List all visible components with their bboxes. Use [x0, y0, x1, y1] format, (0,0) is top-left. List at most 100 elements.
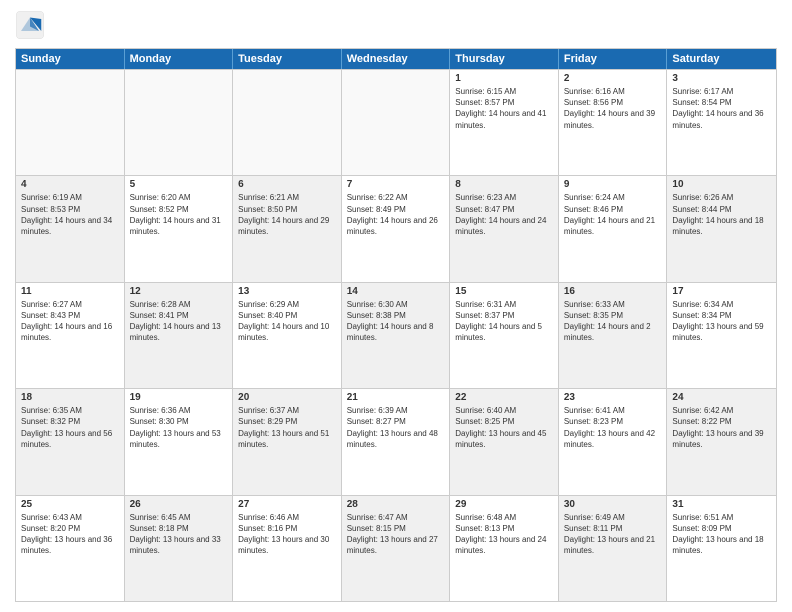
- day-info: Sunrise: 6:43 AMSunset: 8:20 PMDaylight:…: [21, 512, 119, 557]
- day-number: 27: [238, 499, 336, 510]
- day-info: Sunrise: 6:40 AMSunset: 8:25 PMDaylight:…: [455, 405, 553, 450]
- day-number: 26: [130, 499, 228, 510]
- day-number: 20: [238, 392, 336, 403]
- day-info: Sunrise: 6:35 AMSunset: 8:32 PMDaylight:…: [21, 405, 119, 450]
- day-number: 21: [347, 392, 445, 403]
- calendar-row-2: 4 Sunrise: 6:19 AMSunset: 8:53 PMDaylight…: [16, 175, 776, 281]
- day-info: Sunrise: 6:51 AMSunset: 8:09 PMDaylight:…: [672, 512, 771, 557]
- day-number: 30: [564, 499, 662, 510]
- weekday-header-saturday: Saturday: [667, 49, 776, 69]
- day-number: 13: [238, 286, 336, 297]
- day-info: Sunrise: 6:20 AMSunset: 8:52 PMDaylight:…: [130, 192, 228, 237]
- day-info: Sunrise: 6:42 AMSunset: 8:22 PMDaylight:…: [672, 405, 771, 450]
- header: [15, 10, 777, 40]
- day-info: Sunrise: 6:27 AMSunset: 8:43 PMDaylight:…: [21, 299, 119, 344]
- calendar-cell: 12Sunrise: 6:28 AMSunset: 8:41 PMDayligh…: [125, 283, 234, 388]
- day-number: 18: [21, 392, 119, 403]
- day-info: Sunrise: 6:23 AMSunset: 8:47 PMDaylight:…: [455, 192, 553, 237]
- calendar-cell: 2 Sunrise: 6:16 AMSunset: 8:56 PMDaylight…: [559, 70, 668, 175]
- day-info: Sunrise: 6:26 AMSunset: 8:44 PMDaylight:…: [672, 192, 771, 237]
- day-info: Sunrise: 6:49 AMSunset: 8:11 PMDaylight:…: [564, 512, 662, 557]
- day-number: 17: [672, 286, 771, 297]
- calendar-cell: 18 Sunrise: 6:35 AMSunset: 8:32 PMDayligh…: [16, 389, 125, 494]
- calendar-cell: 13 Sunrise: 6:29 AMSunset: 8:40 PMDayligh…: [233, 283, 342, 388]
- calendar-cell: 10 Sunrise: 6:26 AMSunset: 8:44 PMDayligh…: [667, 176, 776, 281]
- calendar-cell: 6 Sunrise: 6:21 AMSunset: 8:50 PMDaylight…: [233, 176, 342, 281]
- calendar-row-3: 11 Sunrise: 6:27 AMSunset: 8:43 PMDayligh…: [16, 282, 776, 388]
- day-number: 6: [238, 179, 336, 190]
- calendar-cell: 4 Sunrise: 6:19 AMSunset: 8:53 PMDaylight…: [16, 176, 125, 281]
- day-number: 5: [130, 179, 228, 190]
- weekday-header-wednesday: Wednesday: [342, 49, 451, 69]
- calendar-cell: 30 Sunrise: 6:49 AMSunset: 8:11 PMDayligh…: [559, 496, 668, 601]
- logo: [15, 10, 49, 40]
- day-number: 16: [564, 286, 662, 297]
- day-number: 7: [347, 179, 445, 190]
- day-number: 11: [21, 286, 119, 297]
- day-info: Sunrise: 6:39 AMSunset: 8:27 PMDaylight:…: [347, 405, 445, 450]
- calendar-cell: 5 Sunrise: 6:20 AMSunset: 8:52 PMDaylight…: [125, 176, 234, 281]
- calendar-cell: 3Sunrise: 6:17 AMSunset: 8:54 PMDaylight…: [667, 70, 776, 175]
- weekday-header-sunday: Sunday: [16, 49, 125, 69]
- day-number: 31: [672, 499, 771, 510]
- calendar-row-4: 18 Sunrise: 6:35 AMSunset: 8:32 PMDayligh…: [16, 388, 776, 494]
- day-number: 29: [455, 499, 553, 510]
- calendar-cell: 11 Sunrise: 6:27 AMSunset: 8:43 PMDayligh…: [16, 283, 125, 388]
- day-info: Sunrise: 6:22 AMSunset: 8:49 PMDaylight:…: [347, 192, 445, 237]
- logo-icon: [15, 10, 45, 40]
- calendar-cell: [233, 70, 342, 175]
- day-info: Sunrise: 6:36 AMSunset: 8:30 PMDaylight:…: [130, 405, 228, 450]
- calendar-cell: 25 Sunrise: 6:43 AMSunset: 8:20 PMDayligh…: [16, 496, 125, 601]
- weekday-header-thursday: Thursday: [450, 49, 559, 69]
- calendar-cell: 28Sunrise: 6:47 AMSunset: 8:15 PMDayligh…: [342, 496, 451, 601]
- calendar-cell: [125, 70, 234, 175]
- day-number: 15: [455, 286, 553, 297]
- day-info: Sunrise: 6:29 AMSunset: 8:40 PMDaylight:…: [238, 299, 336, 344]
- day-info: Sunrise: 6:28 AMSunset: 8:41 PMDaylight:…: [130, 299, 228, 344]
- day-info: Sunrise: 6:15 AMSunset: 8:57 PMDaylight:…: [455, 86, 553, 131]
- day-number: 2: [564, 73, 662, 84]
- day-info: Sunrise: 6:46 AMSunset: 8:16 PMDaylight:…: [238, 512, 336, 557]
- calendar-cell: [342, 70, 451, 175]
- day-number: 28: [347, 499, 445, 510]
- calendar-body: 1Sunrise: 6:15 AMSunset: 8:57 PMDaylight…: [16, 69, 776, 601]
- calendar-cell: 27 Sunrise: 6:46 AMSunset: 8:16 PMDayligh…: [233, 496, 342, 601]
- calendar-cell: 19Sunrise: 6:36 AMSunset: 8:30 PMDayligh…: [125, 389, 234, 494]
- weekday-header-tuesday: Tuesday: [233, 49, 342, 69]
- calendar-cell: 26 Sunrise: 6:45 AMSunset: 8:18 PMDayligh…: [125, 496, 234, 601]
- day-number: 25: [21, 499, 119, 510]
- calendar-cell: 29 Sunrise: 6:48 AMSunset: 8:13 PMDayligh…: [450, 496, 559, 601]
- day-info: Sunrise: 6:33 AMSunset: 8:35 PMDaylight:…: [564, 299, 662, 344]
- day-info: Sunrise: 6:21 AMSunset: 8:50 PMDaylight:…: [238, 192, 336, 237]
- calendar-cell: 9Sunrise: 6:24 AMSunset: 8:46 PMDaylight…: [559, 176, 668, 281]
- calendar-cell: 7 Sunrise: 6:22 AMSunset: 8:49 PMDaylight…: [342, 176, 451, 281]
- weekday-header-monday: Monday: [125, 49, 234, 69]
- calendar: SundayMondayTuesdayWednesdayThursdayFrid…: [15, 48, 777, 602]
- day-info: Sunrise: 6:37 AMSunset: 8:29 PMDaylight:…: [238, 405, 336, 450]
- calendar-cell: 24 Sunrise: 6:42 AMSunset: 8:22 PMDayligh…: [667, 389, 776, 494]
- calendar-cell: 22 Sunrise: 6:40 AMSunset: 8:25 PMDayligh…: [450, 389, 559, 494]
- calendar-cell: 15 Sunrise: 6:31 AMSunset: 8:37 PMDayligh…: [450, 283, 559, 388]
- day-info: Sunrise: 6:16 AMSunset: 8:56 PMDaylight:…: [564, 86, 662, 131]
- day-number: 4: [21, 179, 119, 190]
- calendar-row-5: 25 Sunrise: 6:43 AMSunset: 8:20 PMDayligh…: [16, 495, 776, 601]
- calendar-cell: 17 Sunrise: 6:34 AMSunset: 8:34 PMDayligh…: [667, 283, 776, 388]
- day-info: Sunrise: 6:30 AMSunset: 8:38 PMDaylight:…: [347, 299, 445, 344]
- page: SundayMondayTuesdayWednesdayThursdayFrid…: [0, 0, 792, 612]
- day-info: Sunrise: 6:31 AMSunset: 8:37 PMDaylight:…: [455, 299, 553, 344]
- day-number: 10: [672, 179, 771, 190]
- day-info: Sunrise: 6:19 AMSunset: 8:53 PMDaylight:…: [21, 192, 119, 237]
- calendar-cell: 23Sunrise: 6:41 AMSunset: 8:23 PMDayligh…: [559, 389, 668, 494]
- day-info: Sunrise: 6:34 AMSunset: 8:34 PMDaylight:…: [672, 299, 771, 344]
- calendar-cell: 8Sunrise: 6:23 AMSunset: 8:47 PMDaylight…: [450, 176, 559, 281]
- calendar-cell: 21 Sunrise: 6:39 AMSunset: 8:27 PMDayligh…: [342, 389, 451, 494]
- calendar-header: SundayMondayTuesdayWednesdayThursdayFrid…: [16, 49, 776, 69]
- day-info: Sunrise: 6:45 AMSunset: 8:18 PMDaylight:…: [130, 512, 228, 557]
- day-number: 24: [672, 392, 771, 403]
- weekday-header-friday: Friday: [559, 49, 668, 69]
- calendar-row-1: 1Sunrise: 6:15 AMSunset: 8:57 PMDaylight…: [16, 69, 776, 175]
- day-number: 3: [672, 73, 771, 84]
- day-info: Sunrise: 6:48 AMSunset: 8:13 PMDaylight:…: [455, 512, 553, 557]
- day-number: 22: [455, 392, 553, 403]
- day-info: Sunrise: 6:41 AMSunset: 8:23 PMDaylight:…: [564, 405, 662, 450]
